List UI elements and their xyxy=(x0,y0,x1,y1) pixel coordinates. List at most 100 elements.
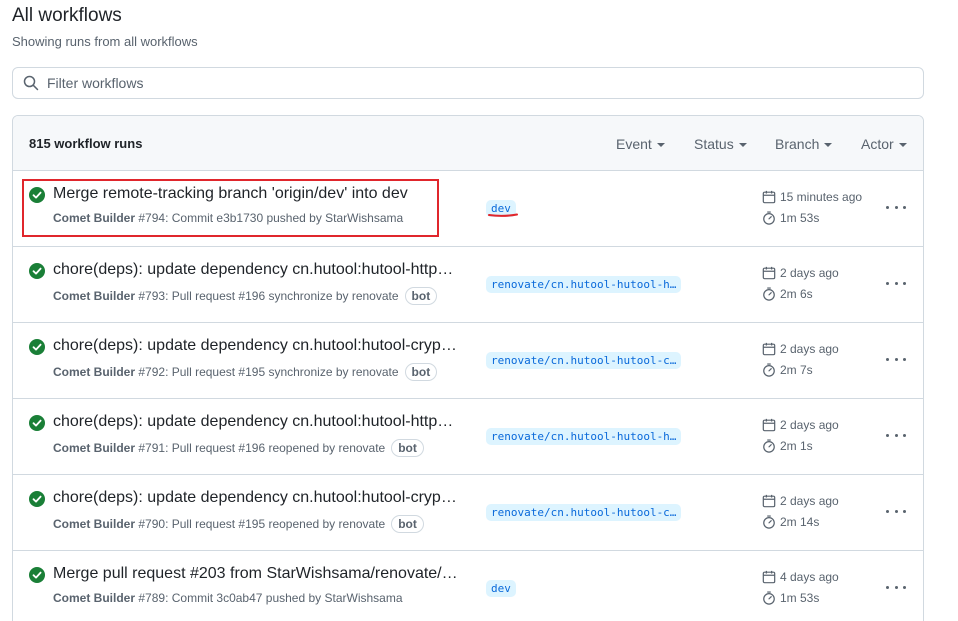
caret-down-icon xyxy=(738,143,747,147)
run-duration: 1m 53s xyxy=(762,211,819,225)
bot-badge: bot xyxy=(391,515,424,533)
run-date: 15 minutes ago xyxy=(762,190,862,204)
run-row[interactable]: chore(deps): update dependency cn.hutool… xyxy=(13,247,923,323)
filter-workflows-input[interactable] xyxy=(47,75,907,91)
workflow-name[interactable]: Comet Builder xyxy=(53,591,135,605)
page-subtitle: Showing runs from all workflows xyxy=(12,34,198,49)
run-title-link[interactable]: chore(deps): update dependency cn.hutool… xyxy=(53,337,457,355)
run-duration: 2m 6s xyxy=(762,287,813,301)
branch-filter-button[interactable]: Branch xyxy=(775,136,833,152)
run-date: 2 days ago xyxy=(762,342,839,356)
more-options-button[interactable] xyxy=(886,351,906,367)
calendar-icon xyxy=(762,494,776,508)
more-options-button[interactable] xyxy=(886,199,906,215)
run-title-link[interactable]: Merge pull request #203 from StarWishsam… xyxy=(53,565,458,583)
run-duration: 2m 1s xyxy=(762,439,813,453)
success-check-icon xyxy=(29,339,45,355)
branch-filter-label: Branch xyxy=(775,136,820,152)
stopwatch-icon xyxy=(763,439,775,453)
underline-annotation xyxy=(488,213,518,217)
workflow-name[interactable]: Comet Builder xyxy=(53,365,135,379)
event-filter-label: Event xyxy=(616,136,652,152)
filter-box[interactable] xyxy=(12,67,924,99)
run-title-link[interactable]: chore(deps): update dependency cn.hutool… xyxy=(53,261,453,279)
calendar-icon xyxy=(762,418,776,432)
calendar-icon xyxy=(762,190,776,204)
run-date-text: 4 days ago xyxy=(780,570,839,584)
run-row[interactable]: Merge pull request #203 from StarWishsam… xyxy=(13,551,923,621)
run-meta: Comet Builder #793: Pull request #196 sy… xyxy=(53,287,438,305)
bot-badge: bot xyxy=(404,363,438,381)
run-date-text: 2 days ago xyxy=(780,342,839,356)
branch-tag[interactable]: renovate/cn.hutool-hutool-c… xyxy=(486,504,682,521)
run-row[interactable]: chore(deps): update dependency cn.hutool… xyxy=(13,475,923,551)
stopwatch-icon xyxy=(763,591,775,605)
more-options-button[interactable] xyxy=(886,503,906,519)
run-title-link[interactable]: chore(deps): update dependency cn.hutool… xyxy=(53,413,453,431)
run-meta: Comet Builder #792: Pull request #195 sy… xyxy=(53,363,438,381)
branch-tag[interactable]: renovate/cn.hutool-hutool-h… xyxy=(486,276,682,293)
run-meta: Comet Builder #791: Pull request #196 re… xyxy=(53,439,424,457)
status-filter-button[interactable]: Status xyxy=(694,136,747,152)
stopwatch-icon xyxy=(763,211,775,225)
run-number: #790 xyxy=(138,517,166,531)
runs-header: 815 workflow runs Event Status Branch Ac… xyxy=(13,116,923,171)
more-options-button[interactable] xyxy=(886,427,906,443)
stopwatch-icon xyxy=(763,287,775,301)
calendar-icon xyxy=(762,570,776,584)
event-filter-button[interactable]: Event xyxy=(616,136,665,152)
run-date-text: 2 days ago xyxy=(780,418,839,432)
caret-down-icon xyxy=(824,143,833,147)
run-row[interactable]: chore(deps): update dependency cn.hutool… xyxy=(13,323,923,399)
success-check-icon xyxy=(29,491,45,507)
bot-badge: bot xyxy=(391,439,424,457)
run-duration-text: 2m 6s xyxy=(780,287,813,301)
run-duration-text: 1m 53s xyxy=(780,211,820,225)
run-detail: : Pull request #196 synchronize by renov… xyxy=(165,289,399,303)
run-number: #789 xyxy=(138,591,166,605)
actor-filter-button[interactable]: Actor xyxy=(861,136,907,152)
run-meta: Comet Builder #789: Commit 3c0ab47 pushe… xyxy=(53,591,403,605)
caret-down-icon xyxy=(656,143,665,147)
run-date-text: 15 minutes ago xyxy=(780,190,863,204)
run-duration: 2m 14s xyxy=(762,515,819,529)
stopwatch-icon xyxy=(763,363,775,377)
run-title-link[interactable]: chore(deps): update dependency cn.hutool… xyxy=(53,489,457,507)
run-duration-text: 2m 7s xyxy=(780,363,813,377)
run-detail: : Pull request #195 synchronize by renov… xyxy=(165,365,399,379)
runs-count: 815 workflow runs xyxy=(29,136,143,151)
run-row[interactable]: chore(deps): update dependency cn.hutool… xyxy=(13,399,923,475)
run-duration-text: 2m 1s xyxy=(780,439,813,453)
success-check-icon xyxy=(29,567,45,583)
branch-tag[interactable]: dev xyxy=(486,580,516,597)
calendar-icon xyxy=(762,266,776,280)
actor-filter-label: Actor xyxy=(861,136,894,152)
more-options-button[interactable] xyxy=(886,579,906,595)
page-title: All workflows xyxy=(12,5,122,26)
more-options-button[interactable] xyxy=(886,275,906,291)
run-meta: Comet Builder #790: Pull request #195 re… xyxy=(53,515,424,533)
run-number: #793 xyxy=(138,289,166,303)
run-date: 2 days ago xyxy=(762,266,839,280)
run-date: 2 days ago xyxy=(762,418,839,432)
run-date: 4 days ago xyxy=(762,570,839,584)
run-duration-text: 2m 14s xyxy=(780,515,820,529)
caret-down-icon xyxy=(898,143,907,147)
success-check-icon xyxy=(29,415,45,431)
run-duration: 1m 53s xyxy=(762,591,819,605)
workflow-name[interactable]: Comet Builder xyxy=(53,441,135,455)
run-date: 2 days ago xyxy=(762,494,839,508)
workflow-name[interactable]: Comet Builder xyxy=(53,517,135,531)
workflow-name[interactable]: Comet Builder xyxy=(53,289,135,303)
branch-tag[interactable]: renovate/cn.hutool-hutool-c… xyxy=(486,352,682,369)
run-detail: : Pull request #196 reopened by renovate xyxy=(165,441,386,455)
bot-badge: bot xyxy=(404,287,438,305)
run-detail: : Pull request #195 reopened by renovate xyxy=(165,517,386,531)
highlight-annotation xyxy=(22,179,439,237)
stopwatch-icon xyxy=(763,515,775,529)
search-icon xyxy=(23,75,39,91)
run-number: #792 xyxy=(138,365,166,379)
success-check-icon xyxy=(29,263,45,279)
branch-tag[interactable]: renovate/cn.hutool-hutool-h… xyxy=(486,428,682,445)
run-number: #791 xyxy=(138,441,166,455)
